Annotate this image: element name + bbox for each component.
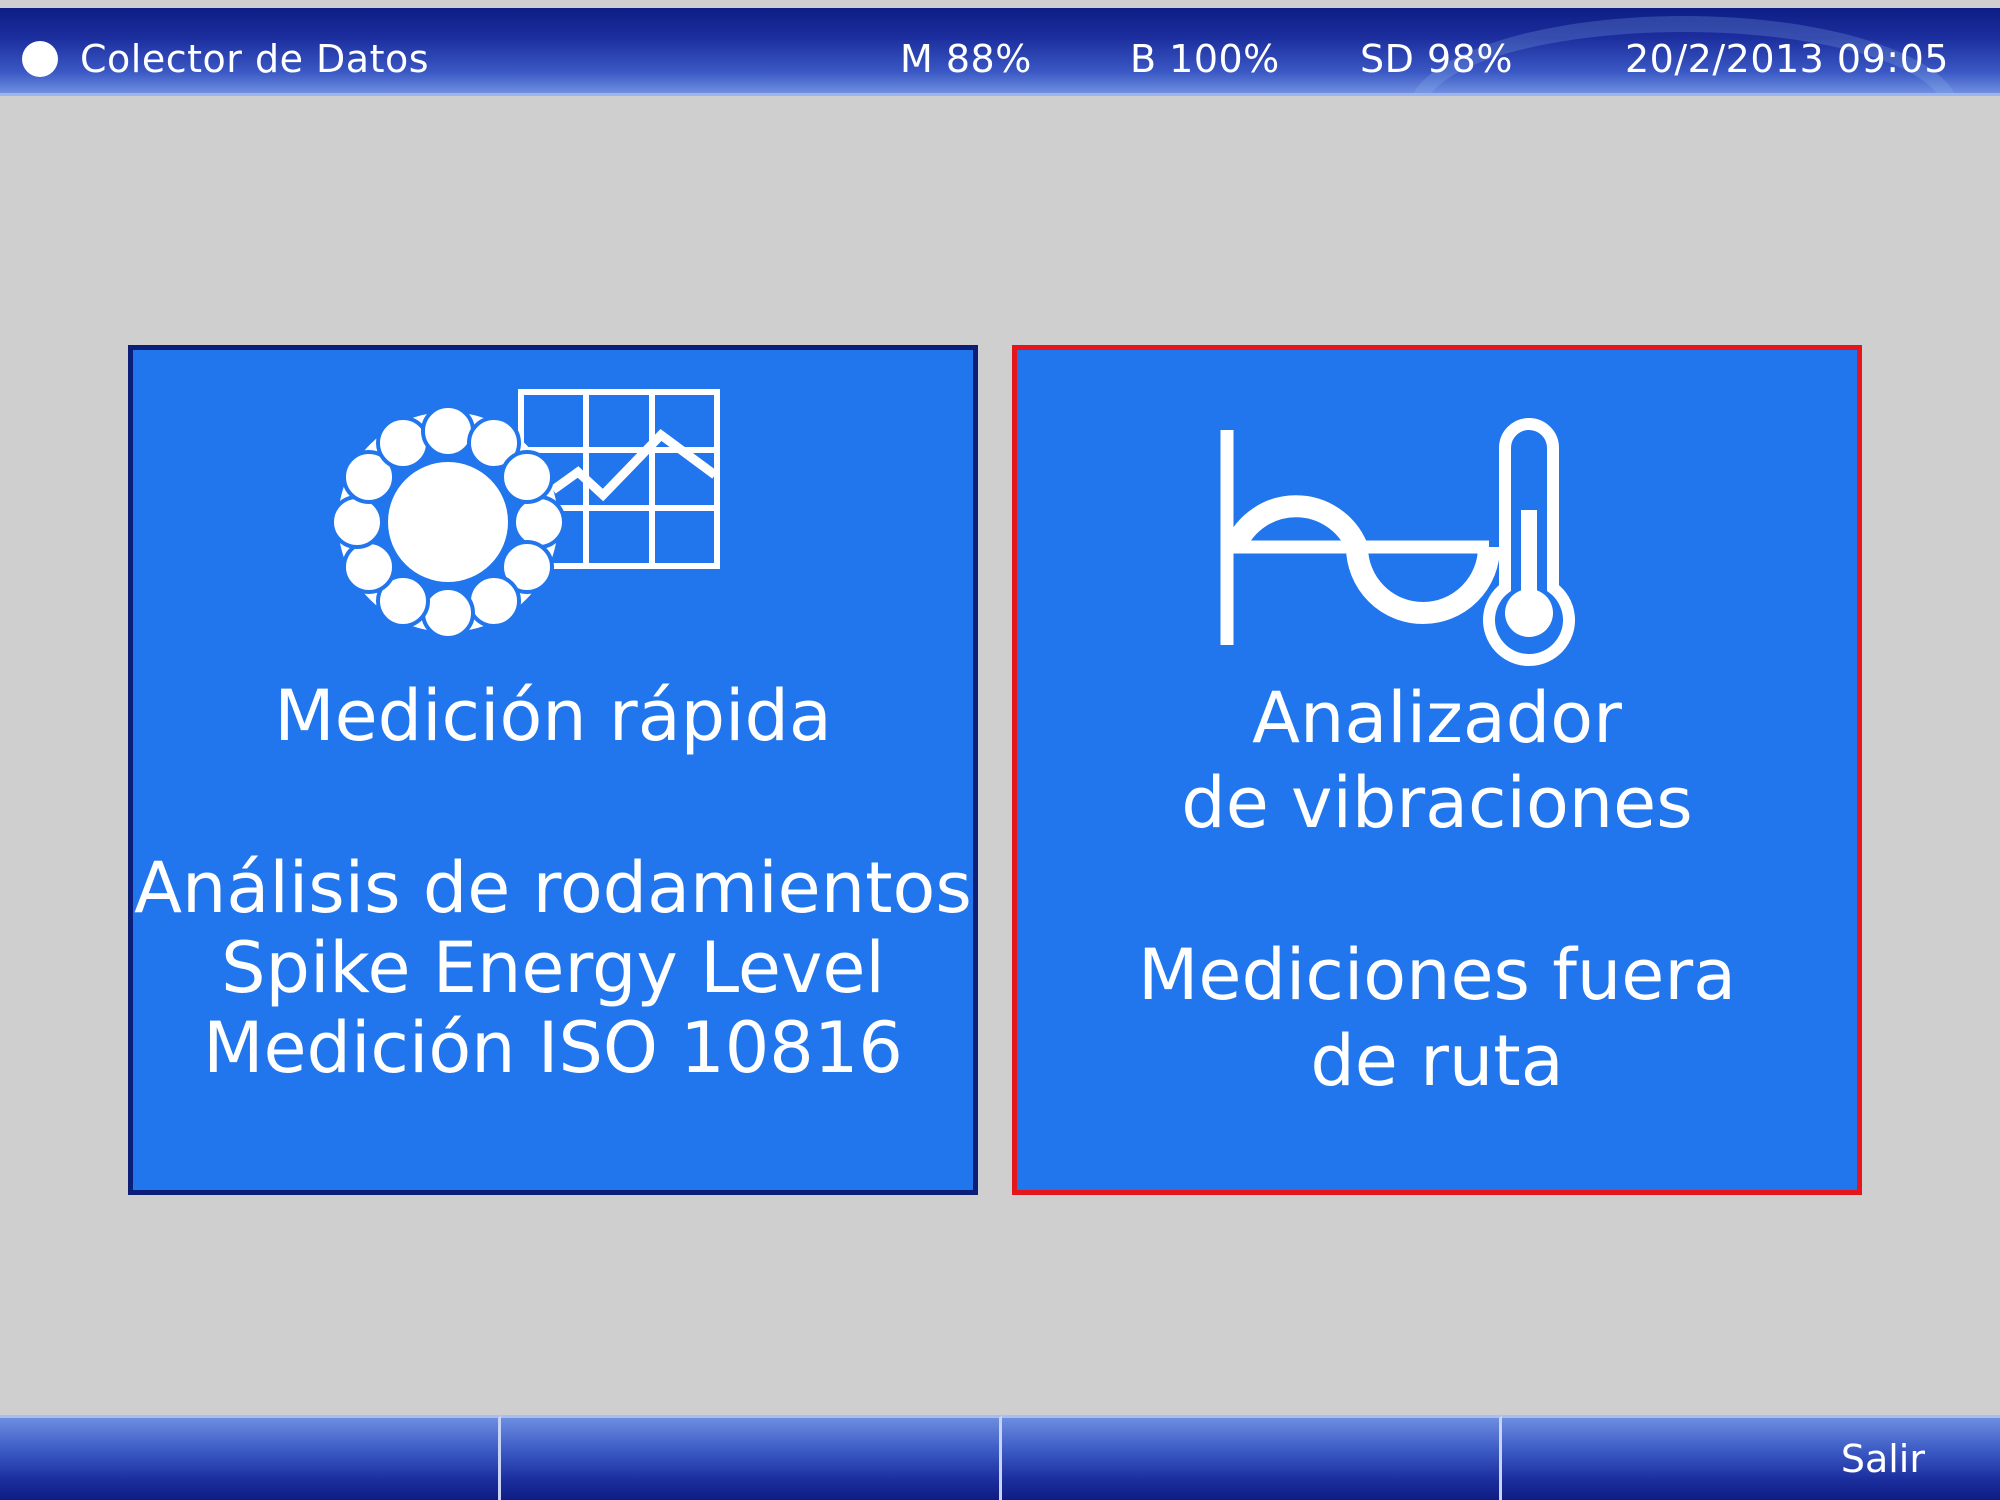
status-indicator-icon: [22, 41, 58, 77]
quick-measurement-line: Análisis de rodamientos: [134, 847, 972, 929]
quick-measurement-tile[interactable]: Medición rápida Análisis de rodamientos …: [128, 345, 978, 1195]
softkey-1[interactable]: [0, 1415, 501, 1500]
softkey-2[interactable]: [500, 1415, 1002, 1500]
exit-button[interactable]: Salir: [1502, 1415, 2000, 1500]
quick-measurement-title: Medición rápida: [274, 675, 832, 757]
memory-indicator: M 88%: [900, 37, 1032, 81]
softkey-bar: Salir: [0, 1415, 2000, 1500]
status-bar: Colector de Datos M 88% B 100% SD 98% 20…: [0, 8, 2000, 96]
vibration-analyzer-line: Mediciones fuera: [1137, 934, 1736, 1016]
vibration-analyzer-tile[interactable]: Analizador de vibraciones Mediciones fue…: [1012, 345, 1862, 1195]
date-time: 20/2/2013 09:05: [1625, 37, 1949, 81]
quick-measurement-line: Spike Energy Level: [221, 927, 885, 1009]
quick-measurement-line: Medición ISO 10816: [203, 1007, 903, 1089]
softkey-3[interactable]: [1001, 1415, 1503, 1500]
vibration-analyzer-title: de vibraciones: [1181, 762, 1693, 844]
vibration-analyzer-title: Analizador: [1252, 677, 1622, 759]
battery-indicator: B 100%: [1130, 37, 1280, 81]
app-title: Colector de Datos: [80, 37, 430, 81]
vibration-analyzer-line: de ruta: [1310, 1020, 1564, 1102]
sd-card-indicator: SD 98%: [1360, 37, 1513, 81]
